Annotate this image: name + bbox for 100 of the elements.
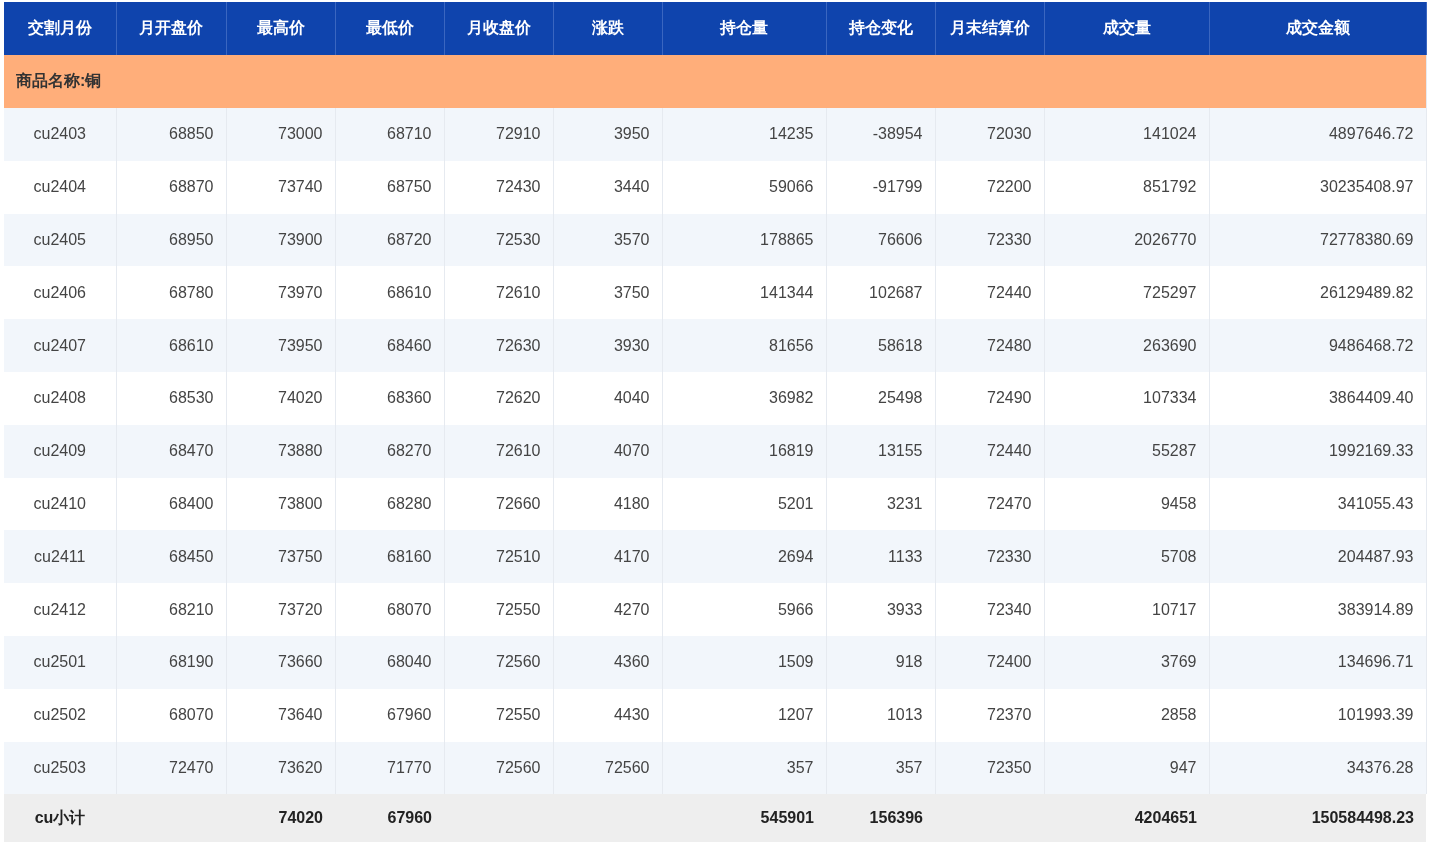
total-cell: 67960 [387,809,432,827]
table-cell: 68710 [335,108,444,161]
table-cell: 72620 [444,372,553,425]
table-cell: cu2412 [4,583,116,636]
table-cell: 72200 [935,160,1044,214]
table-cell: 68360 [335,372,444,425]
table-cell: 1133 [826,530,935,584]
table-cell: 72550 [444,688,553,742]
table-cell: 141024 [1044,108,1209,161]
table-cell: 1013 [826,688,935,742]
table-cell: 67960 [335,688,444,742]
table-cell: 4897646.72 [1209,108,1426,161]
column-header: 持仓变化 [826,2,935,55]
table-cell: 25498 [826,372,935,425]
column-header: 月收盘价 [444,2,553,55]
table-cell: 68530 [116,372,226,425]
table-cell: 101993.39 [1209,688,1426,742]
table-cell: 16819 [662,424,826,478]
table-cell: 73640 [226,688,335,742]
table-cell: 76606 [826,213,935,267]
table-cell: 68070 [116,688,226,742]
table-cell: 68610 [116,319,226,372]
table-cell: 4040 [553,372,662,425]
column-header: 成交金额 [1209,2,1426,55]
table-cell: 68950 [116,213,226,267]
table-cell: 4270 [553,583,662,636]
table-cell: 2694 [662,530,826,584]
table-cell: 263690 [1044,319,1209,372]
table-cell: 13155 [826,424,935,478]
column-header: 成交量 [1044,2,1209,55]
table-cell: 3440 [553,160,662,214]
total-cell: 4204651 [1134,809,1197,827]
table-cell: cu2408 [4,372,116,425]
table-cell: 30235408.97 [1209,160,1426,214]
table-cell: 68450 [116,530,226,584]
table-cell: 72480 [935,319,1044,372]
table-cell: 68190 [116,635,226,689]
table-cell: 357 [826,741,935,795]
table-cell: 72340 [935,583,1044,636]
table-cell: 72778380.69 [1209,213,1426,267]
table-cell: 72530 [444,213,553,267]
table-cell: 72630 [444,319,553,372]
table-cell: 73750 [226,530,335,584]
table-cell: 1992169.33 [1209,424,1426,478]
table-cell: 5708 [1044,530,1209,584]
table-cell: 178865 [662,213,826,267]
table-cell: 68870 [116,160,226,214]
table-cell: 72910 [444,108,553,161]
table-cell: cu2501 [4,635,116,689]
table-cell: 4430 [553,688,662,742]
table-cell: 59066 [662,160,826,214]
table-cell: 72030 [935,108,1044,161]
table-cell: 3570 [553,213,662,267]
table-cell: 72430 [444,160,553,214]
table-cell: 72610 [444,424,553,478]
column-header: 最高价 [226,2,335,55]
column-header: 持仓量 [662,2,826,55]
table-cell: 72370 [935,688,1044,742]
table-cell: 68720 [335,213,444,267]
table-cell: 947 [1044,741,1209,795]
table-cell: 73000 [226,108,335,161]
table-cell: 34376.28 [1209,741,1426,795]
total-cell: 545901 [760,809,814,827]
table-cell: 1207 [662,688,826,742]
table-cell: 73720 [226,583,335,636]
table-cell: 3864409.40 [1209,372,1426,425]
table-cell: 55287 [1044,424,1209,478]
table-cell: 4170 [553,530,662,584]
table-cell: 72560 [444,741,553,795]
table-cell: 68750 [335,160,444,214]
table-cell: 68070 [335,583,444,636]
table-cell: 72330 [935,530,1044,584]
table-cell: 81656 [662,319,826,372]
table-cell: 68850 [116,108,226,161]
table-cell: 134696.71 [1209,635,1426,689]
table-cell: 204487.93 [1209,530,1426,584]
table-cell: 71770 [335,741,444,795]
table-cell: -91799 [826,160,935,214]
total-cell: cu小计 [34,808,86,826]
table-cell: 357 [662,741,826,795]
table-cell: 74020 [226,372,335,425]
table-cell: 68470 [116,424,226,478]
table-cell: 3769 [1044,635,1209,689]
table-cell: 73950 [226,319,335,372]
table-cell: 58618 [826,319,935,372]
table-cell: 36982 [662,372,826,425]
table-cell: 107334 [1044,372,1209,425]
table-cell: cu2403 [4,108,116,161]
table-cell: 5966 [662,583,826,636]
total-cell: 74020 [278,809,323,827]
table-cell: cu2404 [4,160,116,214]
table-cell: 4360 [553,635,662,689]
table-cell: 73880 [226,424,335,478]
table-cell: cu2411 [4,530,116,584]
table-cell: 72440 [935,424,1044,478]
table-cell: 73740 [226,160,335,214]
table-cell: 72550 [444,583,553,636]
table-cell: 72490 [935,372,1044,425]
table-cell: 3950 [553,108,662,161]
table-cell: 68210 [116,583,226,636]
